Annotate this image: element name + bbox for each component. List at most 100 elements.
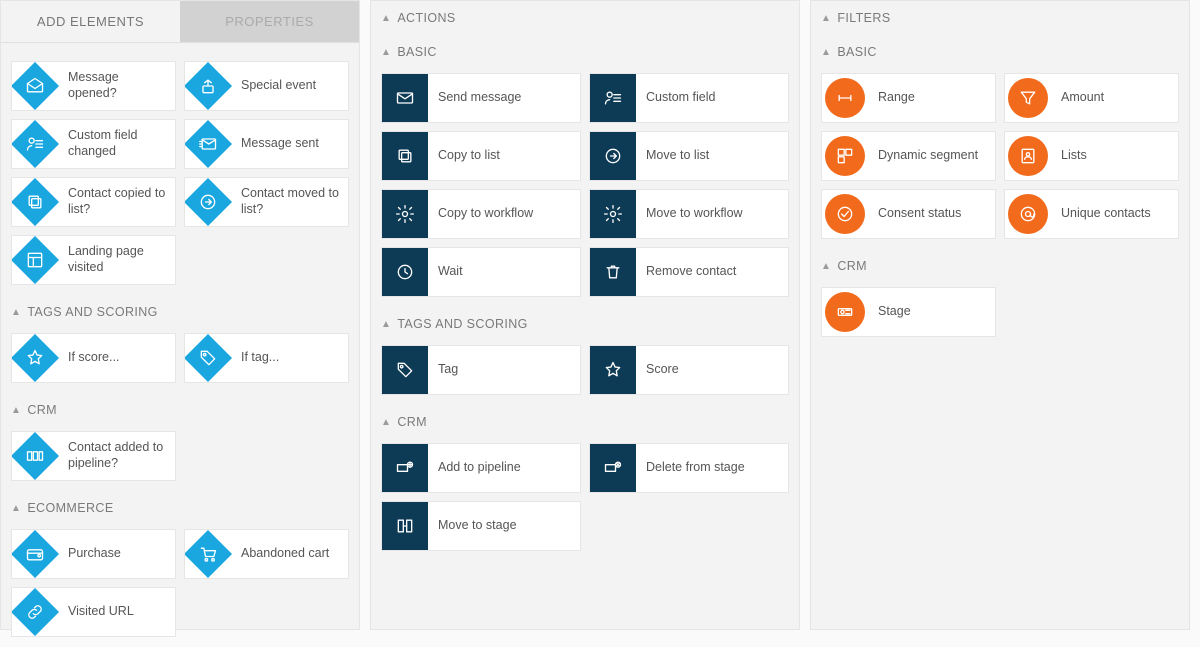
item-message-sent[interactable]: Message sent bbox=[184, 119, 349, 169]
item-if-tag[interactable]: If tag... bbox=[184, 333, 349, 383]
move-icon bbox=[185, 177, 231, 227]
group-title: BASIC bbox=[837, 45, 877, 59]
item-if-score[interactable]: If score... bbox=[11, 333, 176, 383]
item-grid-basic: Send message Custom fieldCopy to listMove… bbox=[371, 69, 799, 307]
item-grid-ecom: Purchase Abandoned cart Visited URL bbox=[1, 525, 359, 647]
pipeline-add-icon bbox=[382, 443, 428, 493]
item-label: Message opened? bbox=[58, 70, 175, 101]
item-contact-moved-to-list[interactable]: Contact moved to list? bbox=[184, 177, 349, 227]
pipeline-icon bbox=[12, 431, 58, 481]
item-grid-events: Message opened? Special event Custom field… bbox=[1, 57, 359, 295]
envelope-open-icon bbox=[12, 61, 58, 111]
group-header-basic[interactable]: ▲BASIC bbox=[371, 35, 799, 69]
collapse-icon: ▲ bbox=[381, 47, 391, 58]
event-icon bbox=[185, 61, 231, 111]
left-content: Message opened? Special event Custom field… bbox=[1, 43, 359, 647]
at-icon bbox=[1005, 189, 1051, 239]
item-label: Range bbox=[868, 90, 923, 106]
item-label: Message sent bbox=[231, 136, 327, 152]
filters-panel: ▲ FILTERS ▲ BASIC Range Amount Dynamic segme… bbox=[810, 0, 1190, 630]
item-special-event[interactable]: Special event bbox=[184, 61, 349, 111]
item-label: Send message bbox=[428, 90, 529, 106]
item-grid-basic: Range Amount Dynamic segment ListsConsent s… bbox=[811, 69, 1189, 249]
item-move-to-workflow[interactable]: Move to workflow bbox=[589, 189, 789, 239]
group-header-crm[interactable]: ▲CRM bbox=[371, 405, 799, 439]
group-title: CRM bbox=[837, 259, 867, 273]
item-landing-page-visited[interactable]: Landing page visited bbox=[11, 235, 176, 285]
item-message-opened[interactable]: Message opened? bbox=[11, 61, 176, 111]
move-icon bbox=[590, 131, 636, 181]
add-elements-panel: ADD ELEMENTS PROPERTIES Message opened? S… bbox=[0, 0, 360, 630]
group-header-crm[interactable]: ▲CRM bbox=[811, 249, 1189, 283]
tab-add-elements[interactable]: ADD ELEMENTS bbox=[1, 1, 180, 43]
tabbar: ADD ELEMENTS PROPERTIES bbox=[1, 1, 359, 43]
item-send-message[interactable]: Send message bbox=[381, 73, 581, 123]
envelope-sent-icon bbox=[185, 119, 231, 169]
copy-icon bbox=[12, 177, 58, 227]
item-label: Unique contacts bbox=[1051, 206, 1159, 222]
actions-title-row[interactable]: ▲ ACTIONS bbox=[371, 1, 799, 35]
item-grid-crm: Add to pipelineDelete from stageMove to … bbox=[371, 439, 799, 561]
item-range[interactable]: Range bbox=[821, 73, 996, 123]
tab-properties[interactable]: PROPERTIES bbox=[180, 1, 359, 43]
item-label: Visited URL bbox=[58, 604, 142, 620]
item-unique-contacts[interactable]: Unique contacts bbox=[1004, 189, 1179, 239]
item-stage[interactable]: Stage bbox=[821, 287, 996, 337]
item-wait[interactable]: Wait bbox=[381, 247, 581, 297]
item-abandoned-cart[interactable]: Abandoned cart bbox=[184, 529, 349, 579]
item-copy-to-list[interactable]: Copy to list bbox=[381, 131, 581, 181]
item-custom-field-changed[interactable]: Custom field changed bbox=[11, 119, 176, 169]
wallet-icon bbox=[12, 529, 58, 579]
item-custom-field[interactable]: Custom field bbox=[589, 73, 789, 123]
pipeline-move-icon bbox=[382, 501, 428, 551]
item-move-to-stage[interactable]: Move to stage bbox=[381, 501, 581, 551]
envelope-icon bbox=[382, 73, 428, 123]
group-header-basic[interactable]: ▲ BASIC bbox=[811, 35, 1189, 69]
item-lists[interactable]: Lists bbox=[1004, 131, 1179, 181]
actions-panel: ▲ ACTIONS ▲BASIC Send message Custom field… bbox=[370, 0, 800, 630]
item-purchase[interactable]: Purchase bbox=[11, 529, 176, 579]
item-label: Special event bbox=[231, 78, 324, 94]
pipeline-delete-icon bbox=[590, 443, 636, 493]
item-contact-copied-to-list[interactable]: Contact copied to list? bbox=[11, 177, 176, 227]
range-icon bbox=[822, 73, 868, 123]
item-add-to-pipeline[interactable]: Add to pipeline bbox=[381, 443, 581, 493]
clock-icon bbox=[382, 247, 428, 297]
group-header-crm[interactable]: ▲CRM bbox=[1, 393, 359, 427]
collapse-icon: ▲ bbox=[381, 319, 391, 330]
mid-content: ▲BASIC Send message Custom fieldCopy to li… bbox=[371, 35, 799, 561]
item-score[interactable]: Score bbox=[589, 345, 789, 395]
item-move-to-list[interactable]: Move to list bbox=[589, 131, 789, 181]
item-label: If score... bbox=[58, 350, 127, 366]
user-field-icon bbox=[12, 119, 58, 169]
user-field-icon bbox=[590, 73, 636, 123]
item-label: Dynamic segment bbox=[868, 148, 986, 164]
item-label: Purchase bbox=[58, 546, 129, 562]
item-grid-tags: If score... If tag... bbox=[1, 329, 359, 393]
copy-icon bbox=[382, 131, 428, 181]
item-remove-contact[interactable]: Remove contact bbox=[589, 247, 789, 297]
group-header-tags[interactable]: ▲TAGS AND SCORING bbox=[371, 307, 799, 341]
item-label: Custom field changed bbox=[58, 128, 175, 159]
gear-icon bbox=[590, 189, 636, 239]
item-copy-to-workflow[interactable]: Copy to workflow bbox=[381, 189, 581, 239]
item-tag[interactable]: Tag bbox=[381, 345, 581, 395]
star-icon bbox=[12, 333, 58, 383]
item-contact-added-to-pipeline[interactable]: Contact added to pipeline? bbox=[11, 431, 176, 481]
segment-icon bbox=[822, 131, 868, 181]
filters-title: FILTERS bbox=[837, 11, 890, 25]
tag-icon bbox=[185, 333, 231, 383]
tag-icon bbox=[382, 345, 428, 395]
collapse-icon: ▲ bbox=[381, 417, 391, 428]
item-dynamic-segment[interactable]: Dynamic segment bbox=[821, 131, 996, 181]
gear-icon bbox=[382, 189, 428, 239]
item-grid-crm: Contact added to pipeline? bbox=[1, 427, 359, 491]
item-delete-from-stage[interactable]: Delete from stage bbox=[589, 443, 789, 493]
group-header-ecom[interactable]: ▲ECOMMERCE bbox=[1, 491, 359, 525]
item-amount[interactable]: Amount bbox=[1004, 73, 1179, 123]
group-header-tags[interactable]: ▲TAGS AND SCORING bbox=[1, 295, 359, 329]
collapse-icon: ▲ bbox=[821, 47, 831, 58]
item-label: Contact moved to list? bbox=[231, 186, 348, 217]
item-consent-status[interactable]: Consent status bbox=[821, 189, 996, 239]
filters-title-row[interactable]: ▲ FILTERS bbox=[811, 1, 1189, 35]
